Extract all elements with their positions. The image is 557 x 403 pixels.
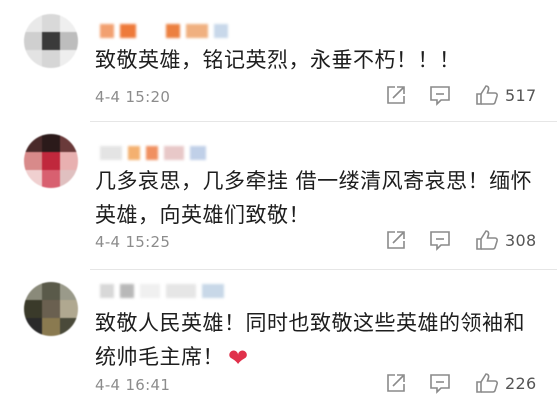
thumbs-up-icon[interactable] xyxy=(475,84,499,106)
heart-emoji: ❤ xyxy=(228,344,249,372)
share-icon[interactable] xyxy=(385,229,407,251)
avatar[interactable] xyxy=(24,14,78,68)
username-blurred[interactable] xyxy=(100,284,224,298)
comment-timestamp: 4-4 15:20 xyxy=(95,88,171,106)
share-icon[interactable] xyxy=(385,372,407,394)
thumbs-up-icon[interactable] xyxy=(475,229,499,251)
comment-icon[interactable] xyxy=(429,372,451,394)
share-icon[interactable] xyxy=(385,84,407,106)
comment-actions: 308 xyxy=(385,229,536,251)
comment-timestamp: 4-4 16:41 xyxy=(95,376,171,394)
comment-text: 致敬人民英雄！同时也致敬这些英雄的领袖和统帅毛主席！ ❤ xyxy=(95,306,535,375)
comment-actions: 517 xyxy=(385,84,536,106)
like-count: 226 xyxy=(505,373,537,393)
like-count: 517 xyxy=(505,85,537,105)
comment-item: 致敬英雄，铭记英烈，永垂不朽！！！ 4-4 15:20 517 xyxy=(0,0,557,122)
comment-actions: 226 xyxy=(385,372,536,394)
comment-icon[interactable] xyxy=(429,229,451,251)
comment-timestamp: 4-4 15:25 xyxy=(95,233,171,251)
comment-text: 致敬英雄，铭记英烈，永垂不朽！！！ xyxy=(95,48,461,72)
comment-text: 几多哀思，几多牵挂 借一缕清风寄哀思！缅怀英雄，向英雄们致敬！ xyxy=(95,169,533,227)
avatar[interactable] xyxy=(24,282,78,336)
comment-item: 致敬人民英雄！同时也致敬这些英雄的领袖和统帅毛主席！ ❤ 4-4 16:41 22… xyxy=(0,270,557,403)
thumbs-up-icon[interactable] xyxy=(475,372,499,394)
username-blurred[interactable] xyxy=(100,24,228,38)
comment-icon[interactable] xyxy=(429,84,451,106)
avatar[interactable] xyxy=(24,134,78,188)
comment-text-content: 致敬人民英雄！同时也致敬这些英雄的领袖和统帅毛主席！ xyxy=(95,311,525,369)
like-count: 308 xyxy=(505,230,537,250)
username-blurred[interactable] xyxy=(100,146,206,160)
comment-item: 几多哀思，几多牵挂 借一缕清风寄哀思！缅怀英雄，向英雄们致敬！ 4-4 15:2… xyxy=(0,122,557,270)
